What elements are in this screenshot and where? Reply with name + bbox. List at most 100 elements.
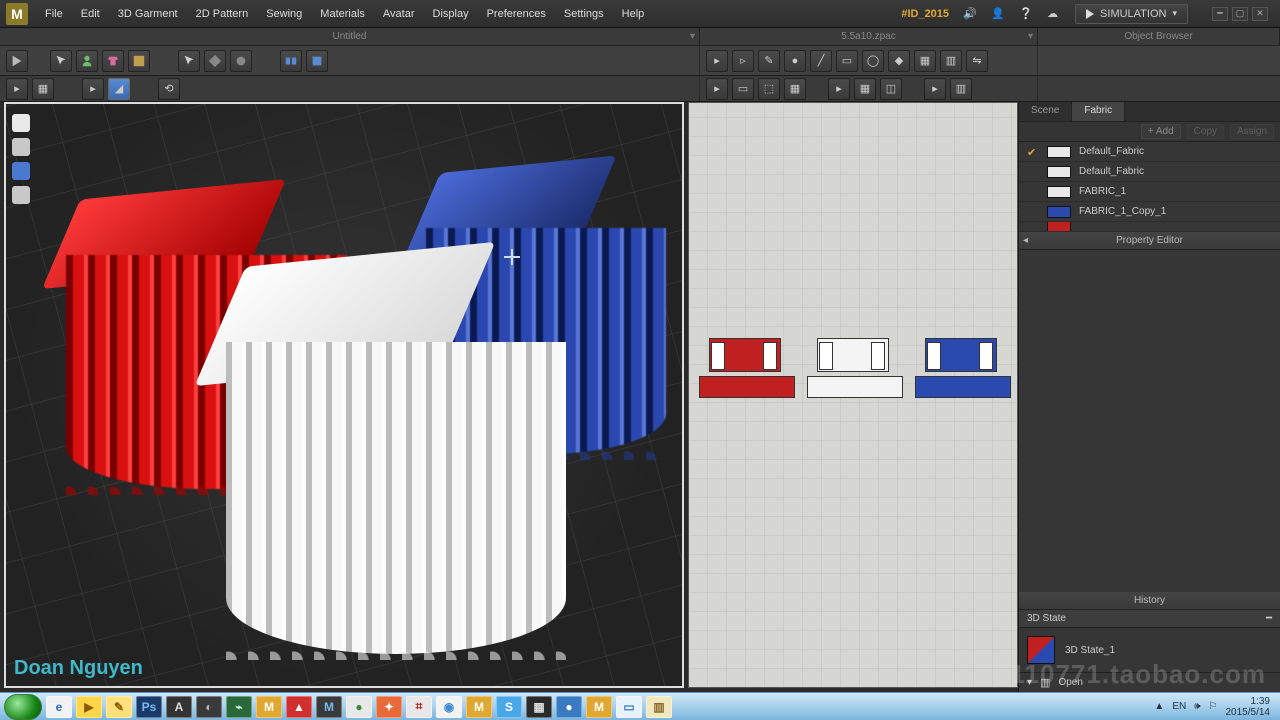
check-icon[interactable]: [1027, 186, 1039, 198]
fabric-item[interactable]: [1019, 222, 1280, 232]
tool2d-edit[interactable]: ✎: [758, 50, 780, 72]
help-icon[interactable]: ❔: [1019, 7, 1033, 21]
subtool-5[interactable]: ⟲: [158, 78, 180, 100]
system-tray[interactable]: ▲ EN 🕪 ⚐ 1:39 2015/5/14: [1154, 696, 1276, 718]
tool2d-line[interactable]: ╱: [810, 50, 832, 72]
start-button[interactable]: [4, 694, 42, 720]
cloud-icon[interactable]: ☁: [1047, 7, 1061, 21]
taskbar-app[interactable]: A: [166, 696, 192, 718]
taskbar-app[interactable]: M: [256, 696, 282, 718]
taskbar-app[interactable]: ⌁: [226, 696, 252, 718]
tool-texture[interactable]: [128, 50, 150, 72]
taskbar-app[interactable]: ▭: [616, 696, 642, 718]
collapse-icon[interactable]: ◂: [1023, 235, 1028, 246]
subtool-4[interactable]: ◢: [108, 78, 130, 100]
menu-preferences[interactable]: Preferences: [478, 0, 555, 28]
vp-view-1[interactable]: [12, 114, 30, 132]
tool2d-seam[interactable]: ▥: [940, 50, 962, 72]
menu-3d-garment[interactable]: 3D Garment: [109, 0, 187, 28]
tool-garment[interactable]: [102, 50, 124, 72]
simulation-button[interactable]: SIMULATION ▾: [1075, 4, 1188, 24]
vp-view-4[interactable]: [12, 186, 30, 204]
tab-scene[interactable]: Scene: [1019, 102, 1072, 121]
taskbar-app[interactable]: ●: [556, 696, 582, 718]
menu-edit[interactable]: Edit: [72, 0, 109, 28]
taskbar-app[interactable]: ◐: [196, 696, 222, 718]
taskbar-app[interactable]: ✦: [376, 696, 402, 718]
subtool-1[interactable]: ▸: [6, 78, 28, 100]
menu-settings[interactable]: Settings: [555, 0, 613, 28]
lang-indicator[interactable]: EN: [1172, 701, 1186, 712]
menu-materials[interactable]: Materials: [311, 0, 374, 28]
tray-icon[interactable]: ▲: [1154, 701, 1164, 712]
state3d-item[interactable]: 3D State_1: [1019, 628, 1280, 672]
maximize-button[interactable]: ▢: [1232, 7, 1248, 21]
tool2d-point[interactable]: ●: [784, 50, 806, 72]
taskbar-app[interactable]: Ps: [136, 696, 162, 718]
viewport-2d[interactable]: [688, 102, 1018, 688]
taskbar-app[interactable]: ▥: [646, 696, 672, 718]
viewport-3d[interactable]: Doan Nguyen: [4, 102, 684, 688]
pattern-white[interactable]: [807, 338, 903, 410]
fabric-item[interactable]: ✔ Default_Fabric: [1019, 142, 1280, 162]
taskbar-app[interactable]: ▦: [526, 696, 552, 718]
fabric-item[interactable]: FABRIC_1: [1019, 182, 1280, 202]
menu-sewing[interactable]: Sewing: [257, 0, 311, 28]
tool2d-notch[interactable]: ▦: [914, 50, 936, 72]
minimize-button[interactable]: ━: [1212, 7, 1228, 21]
taskbar-app[interactable]: ▶: [76, 696, 102, 718]
tool2d-sym[interactable]: ⇋: [966, 50, 988, 72]
taskbar-app[interactable]: ▲: [286, 696, 312, 718]
state3d-header[interactable]: 3D State━: [1019, 610, 1280, 628]
assign-button[interactable]: Assign: [1230, 124, 1274, 139]
tray-icon[interactable]: ⚐: [1209, 701, 1218, 712]
taskbar-app[interactable]: S: [496, 696, 522, 718]
tool-box-left[interactable]: [280, 50, 302, 72]
tool2d-circle[interactable]: ◯: [862, 50, 884, 72]
user-icon[interactable]: 👤: [991, 7, 1005, 21]
tool-tack[interactable]: [230, 50, 252, 72]
vp-view-2[interactable]: [12, 138, 30, 156]
check-icon[interactable]: [1027, 166, 1039, 178]
taskbar-app[interactable]: M: [466, 696, 492, 718]
taskbar-app[interactable]: ●: [346, 696, 372, 718]
sub2d-1[interactable]: ▸: [706, 78, 728, 100]
tool-arrange[interactable]: [178, 50, 200, 72]
menu-display[interactable]: Display: [424, 0, 478, 28]
tab-3d[interactable]: Untitled▾: [0, 28, 700, 45]
subtool-2[interactable]: ▦: [32, 78, 54, 100]
fabric-item[interactable]: FABRIC_1_Copy_1: [1019, 202, 1280, 222]
copy-button[interactable]: Copy: [1187, 124, 1224, 139]
tool2d-rect[interactable]: ▭: [836, 50, 858, 72]
check-icon[interactable]: ✔: [1027, 146, 1039, 158]
tool-simulate[interactable]: [6, 50, 28, 72]
taskbar-app[interactable]: M: [316, 696, 342, 718]
add-button[interactable]: + Add: [1141, 124, 1181, 139]
close-icon[interactable]: ▾: [690, 31, 695, 42]
sound-icon[interactable]: 🔊: [963, 7, 977, 21]
tool-select[interactable]: [50, 50, 72, 72]
pattern-red[interactable]: [699, 338, 795, 410]
menu-help[interactable]: Help: [613, 0, 654, 28]
menu-2d-pattern[interactable]: 2D Pattern: [187, 0, 258, 28]
taskbar-app[interactable]: M: [586, 696, 612, 718]
taskbar-app[interactable]: ◉: [436, 696, 462, 718]
sub2d-7[interactable]: ◫: [880, 78, 902, 100]
taskbar-app[interactable]: e: [46, 696, 72, 718]
sub2d-5[interactable]: ▸: [828, 78, 850, 100]
sub2d-4[interactable]: ▦: [784, 78, 806, 100]
tool-box-right[interactable]: [306, 50, 328, 72]
minus-icon[interactable]: ━: [1266, 613, 1272, 624]
tool2d-select[interactable]: ▸: [706, 50, 728, 72]
sub2d-3[interactable]: ⬚: [758, 78, 780, 100]
tool-avatar[interactable]: [76, 50, 98, 72]
tray-icon[interactable]: 🕪: [1194, 701, 1200, 712]
tool-pin[interactable]: [204, 50, 226, 72]
taskbar-app[interactable]: ✎: [106, 696, 132, 718]
vp-view-3[interactable]: [12, 162, 30, 180]
fabric-item[interactable]: Default_Fabric: [1019, 162, 1280, 182]
open-panel[interactable]: ▾ ▥ Open: [1019, 672, 1280, 692]
sub2d-9[interactable]: ▥: [950, 78, 972, 100]
tool2d-dart[interactable]: ◆: [888, 50, 910, 72]
sub2d-2[interactable]: ▭: [732, 78, 754, 100]
